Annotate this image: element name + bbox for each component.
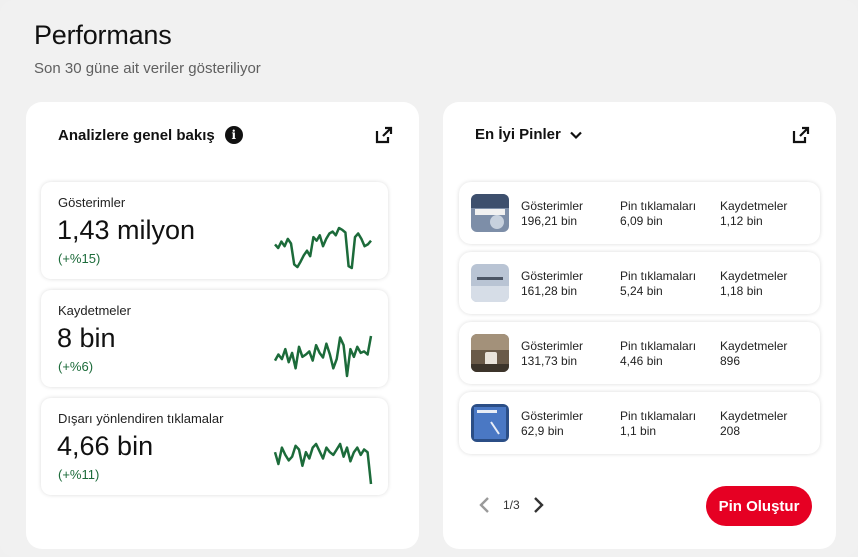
pin-clicks-stat: Pin tıklamaları 6,09 bin — [620, 199, 697, 228]
create-pin-button[interactable]: Pin Oluştur — [706, 486, 812, 526]
pin-row[interactable]: Gösterimler 62,9 bin Pin tıklamaları 1,1 b… — [459, 392, 820, 454]
performance-page: Performans Son 30 güne ait veriler göste… — [0, 0, 858, 557]
saves-sparkline — [273, 335, 373, 378]
analytics-overview-card: Analizlere genel bakış i Gösterimler 1,4… — [26, 102, 419, 549]
chevron-left-icon[interactable] — [477, 496, 493, 514]
outbound-clicks-sparkline — [273, 442, 373, 485]
top-pins-card: En İyi Pinler Gösterimler 196,21 bin Pin … — [443, 102, 836, 549]
impressions-sparkline — [274, 226, 372, 270]
pin-row[interactable]: Gösterimler 131,73 bin Pin tıklamaları 4,4… — [459, 322, 820, 384]
chevron-right-icon[interactable] — [530, 496, 546, 514]
top-pins-title: En İyi Pinler — [475, 126, 561, 143]
metric-label: Dışarı yönlendiren tıklamalar — [58, 411, 224, 426]
metric-value: 8 bin — [57, 323, 116, 353]
info-icon[interactable]: i — [224, 126, 243, 144]
metric-impressions[interactable]: Gösterimler 1,43 milyon (+%15) — [41, 182, 388, 279]
metric-change: (+%11) — [58, 467, 100, 482]
metric-outbound-clicks[interactable]: Dışarı yönlendiren tıklamalar 4,66 bin (… — [41, 398, 388, 495]
impressions-stat: Gösterimler 196,21 bin — [521, 199, 584, 228]
metric-change: (+%6) — [58, 359, 94, 374]
chevron-down-icon — [570, 131, 582, 139]
metric-value: 1,43 milyon — [57, 215, 196, 245]
overview-header: Analizlere genel bakış i — [58, 126, 243, 144]
metric-change: (+%15) — [58, 251, 101, 266]
saves-stat: Kaydetmeler 1,12 bin — [720, 199, 788, 228]
saves-stat: Kaydetmeler 896 — [720, 339, 788, 368]
pin-thumbnail — [471, 194, 509, 232]
pin-thumbnail — [471, 264, 509, 302]
external-link-icon[interactable] — [792, 126, 810, 144]
impressions-stat: Gösterimler 62,9 bin — [521, 409, 584, 438]
pin-clicks-stat: Pin tıklamaları 5,24 bin — [620, 269, 697, 298]
saves-stat: Kaydetmeler 1,18 bin — [720, 269, 788, 298]
pin-row[interactable]: Gösterimler 196,21 bin Pin tıklamaları 6,0… — [459, 182, 820, 244]
pagination: 1/3 — [477, 496, 546, 514]
metric-label: Gösterimler — [58, 195, 126, 210]
page-subtitle: Son 30 güne ait veriler gösteriliyor — [34, 60, 261, 77]
impressions-stat: Gösterimler 161,28 bin — [521, 269, 584, 298]
page-title: Performans — [34, 20, 172, 50]
pin-thumbnail — [471, 334, 509, 372]
metric-label: Kaydetmeler — [58, 303, 131, 318]
pin-row[interactable]: Gösterimler 161,28 bin Pin tıklamaları 5,2… — [459, 252, 820, 314]
pin-clicks-stat: Pin tıklamaları 4,46 bin — [620, 339, 697, 368]
metric-value: 4,66 bin — [57, 431, 154, 461]
metric-saves[interactable]: Kaydetmeler 8 bin (+%6) — [41, 290, 388, 387]
overview-title: Analizlere genel bakış — [58, 126, 215, 144]
impressions-stat: Gösterimler 131,73 bin — [521, 339, 584, 368]
top-pins-dropdown[interactable]: En İyi Pinler — [475, 126, 583, 143]
saves-stat: Kaydetmeler 208 — [720, 409, 788, 438]
external-link-icon[interactable] — [375, 126, 393, 144]
page-indicator: 1/3 — [503, 498, 520, 512]
pin-thumbnail — [471, 404, 509, 442]
pin-clicks-stat: Pin tıklamaları 1,1 bin — [620, 409, 697, 438]
